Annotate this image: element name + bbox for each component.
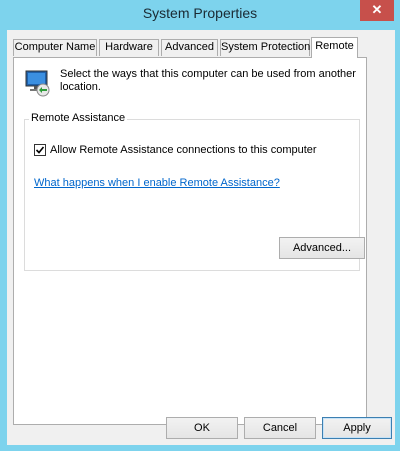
system-properties-window: System Properties ✕ Computer Name Hardwa… bbox=[0, 0, 400, 451]
allow-remote-assistance-row[interactable]: Allow Remote Assistance connections to t… bbox=[34, 143, 317, 157]
tab-advanced[interactable]: Advanced bbox=[161, 39, 218, 56]
cancel-button[interactable]: Cancel bbox=[244, 417, 316, 439]
tab-hardware[interactable]: Hardware bbox=[99, 39, 159, 56]
dialog-client-area: Computer Name Hardware Advanced System P… bbox=[7, 30, 395, 445]
advanced-button[interactable]: Advanced... bbox=[279, 237, 365, 259]
remote-computer-icon bbox=[24, 68, 54, 98]
checkmark-icon bbox=[35, 146, 45, 154]
close-icon: ✕ bbox=[371, 2, 383, 17]
remote-assistance-group-label: Remote Assistance bbox=[29, 112, 128, 124]
remote-assistance-group: Remote Assistance Allow Remote Assistanc… bbox=[24, 112, 365, 271]
tab-system-protection[interactable]: System Protection bbox=[220, 39, 310, 56]
tab-computer-name[interactable]: Computer Name bbox=[13, 39, 97, 56]
ok-button[interactable]: OK bbox=[166, 417, 238, 439]
remote-assistance-help-link[interactable]: What happens when I enable Remote Assist… bbox=[34, 177, 280, 189]
apply-button[interactable]: Apply bbox=[322, 417, 392, 439]
title-bar[interactable]: System Properties ✕ bbox=[0, 0, 400, 30]
allow-remote-assistance-checkbox[interactable] bbox=[34, 144, 46, 156]
close-button[interactable]: ✕ bbox=[360, 0, 394, 21]
allow-remote-assistance-label[interactable]: Allow Remote Assistance connections to t… bbox=[50, 144, 317, 156]
window-title: System Properties bbox=[142, 5, 258, 21]
tab-remote[interactable]: Remote bbox=[311, 37, 358, 58]
remote-tab-panel: Select the ways that this computer can b… bbox=[13, 57, 367, 425]
intro-description: Select the ways that this computer can b… bbox=[60, 68, 356, 93]
